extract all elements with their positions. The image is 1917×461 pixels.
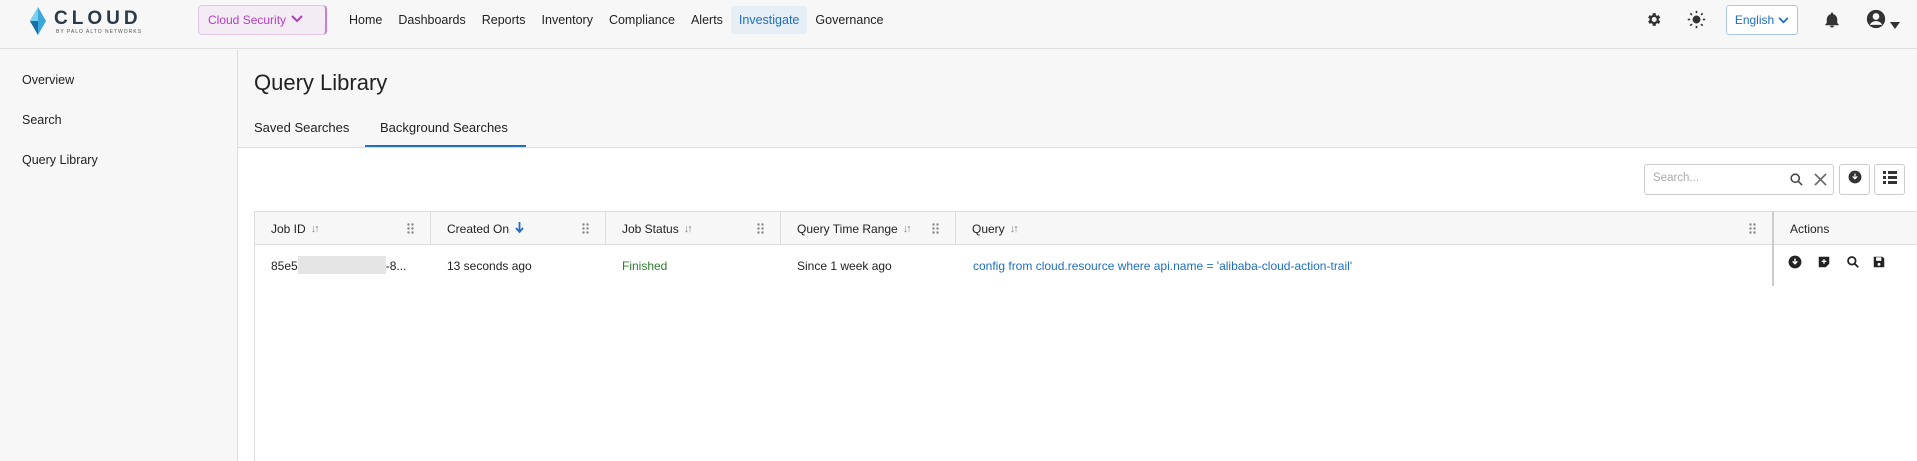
sort-descending-icon[interactable] [515, 221, 524, 236]
brand-tagline: BY PALO ALTO NETWORKS [56, 29, 142, 35]
job-id-cell: 85e5 -8... [271, 256, 406, 275]
top-bar: CLOUD BY PALO ALTO NETWORKS Cloud Securi… [0, 0, 1917, 49]
active-tab-indicator [365, 145, 526, 147]
tab-background-searches[interactable]: Background Searches [380, 120, 508, 135]
sort-icon[interactable]: ↓↑ [311, 223, 320, 235]
column-header-query-time-range[interactable]: Query Time Range ↓↑ [781, 212, 956, 245]
chevron-down-icon [291, 14, 303, 26]
column-header-job-status[interactable]: Job Status ↓↑ [606, 212, 781, 245]
column-header-job-id[interactable]: Job ID ↓↑ [255, 212, 431, 245]
sort-icon[interactable]: ↓↑ [1010, 223, 1019, 235]
column-header-query[interactable]: Query ↓↑ [956, 212, 1772, 245]
drag-handle-icon[interactable] [407, 223, 414, 237]
search-field[interactable] [1644, 164, 1834, 195]
language-select[interactable]: English [1726, 5, 1798, 35]
page-header: Query Library Saved Searches Background … [238, 50, 1917, 148]
drag-handle-icon[interactable] [932, 223, 939, 237]
download-result-icon[interactable] [1788, 255, 1802, 274]
query-link[interactable]: config from cloud.resource where api.nam… [973, 259, 1352, 273]
drag-handle-icon[interactable] [757, 223, 764, 237]
columns-icon [1882, 170, 1897, 189]
nav-reports[interactable]: Reports [474, 6, 534, 34]
caret-down-icon[interactable] [1890, 16, 1900, 34]
redacted-block [297, 256, 386, 275]
brand-name: CLOUD [54, 8, 142, 29]
column-settings-button[interactable] [1874, 164, 1905, 195]
nav-alerts[interactable]: Alerts [683, 6, 731, 34]
sort-icon[interactable]: ↓↑ [903, 223, 912, 235]
drag-handle-icon[interactable] [582, 223, 589, 237]
page-title: Query Library [254, 70, 388, 95]
nav-compliance[interactable]: Compliance [601, 6, 683, 34]
notification-bell-icon[interactable] [1823, 10, 1841, 35]
nav-investigate[interactable]: Investigate [730, 6, 808, 34]
download-button[interactable] [1839, 164, 1870, 195]
main-nav: Home Dashboards Reports Inventory Compli… [341, 4, 892, 36]
product-switcher[interactable]: Cloud Security [198, 5, 327, 35]
nav-home[interactable]: Home [341, 6, 390, 34]
save-icon[interactable] [1872, 255, 1886, 274]
search-icon[interactable] [1789, 172, 1804, 192]
tab-saved-searches[interactable]: Saved Searches [254, 120, 349, 135]
time-range-cell: Since 1 week ago [797, 259, 892, 273]
sidebar-item-query-library[interactable]: Query Library [22, 153, 98, 167]
add-note-icon[interactable] [1817, 255, 1831, 274]
brand-logo[interactable]: CLOUD BY PALO ALTO NETWORKS [26, 6, 154, 36]
column-header-actions: Actions [1774, 212, 1917, 245]
clear-icon[interactable] [1814, 173, 1827, 191]
product-switcher-label: Cloud Security [208, 13, 287, 27]
table-header: Job ID ↓↑ Created On Job Status ↓↑ Query… [255, 212, 1917, 245]
language-label: English [1734, 13, 1775, 27]
created-on-cell: 13 seconds ago [447, 259, 532, 273]
sidebar: Overview Search Query Library [0, 50, 238, 461]
settings-gear-icon[interactable] [1645, 11, 1662, 33]
cloud-logo-icon [30, 7, 46, 35]
background-searches-table: Job ID ↓↑ Created On Job Status ↓↑ Query… [254, 211, 1917, 461]
column-header-created-on[interactable]: Created On [431, 212, 606, 245]
sidebar-item-overview[interactable]: Overview [22, 73, 74, 87]
chevron-down-icon [1778, 13, 1789, 27]
actions-column: Actions [1772, 212, 1917, 286]
sidebar-item-search[interactable]: Search [22, 113, 62, 127]
main-content: Query Library Saved Searches Background … [238, 50, 1917, 461]
sort-icon[interactable]: ↓↑ [684, 223, 693, 235]
nav-inventory[interactable]: Inventory [534, 6, 601, 34]
nav-governance[interactable]: Governance [807, 6, 891, 34]
table-row[interactable]: 85e5 -8... 13 seconds ago Finished Since … [255, 246, 1755, 286]
search-input[interactable] [1653, 172, 1783, 184]
user-avatar-icon[interactable] [1866, 9, 1886, 34]
theme-sun-icon[interactable] [1687, 10, 1706, 34]
nav-dashboards[interactable]: Dashboards [390, 6, 473, 34]
search-icon[interactable] [1846, 255, 1860, 274]
download-icon [1848, 170, 1862, 189]
drag-handle-icon[interactable] [1749, 223, 1756, 237]
status-cell: Finished [622, 259, 668, 273]
